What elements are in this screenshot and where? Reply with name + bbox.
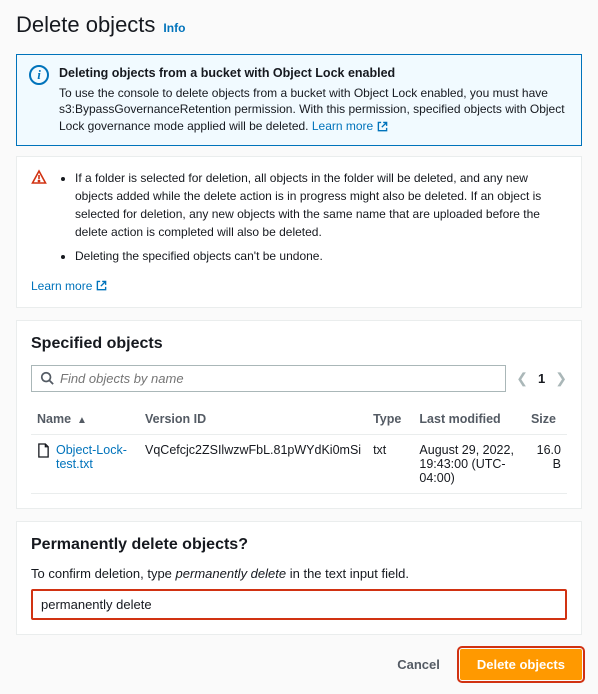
objects-table: Name▲ Version ID Type Last modified Size… (31, 404, 567, 494)
specified-objects-section: Specified objects ❮ 1 ❯ Name▲ Version ID… (16, 320, 582, 509)
cell-type: txt (367, 434, 413, 493)
object-lock-alert: i Deleting objects from a bucket with Ob… (16, 54, 582, 146)
confirm-prompt: To confirm deletion, type permanently de… (31, 566, 567, 581)
search-input-wrap[interactable] (31, 365, 506, 392)
page-number: 1 (538, 371, 545, 386)
object-link[interactable]: Object-Lock-test.txt (37, 443, 133, 471)
file-icon (37, 443, 50, 458)
col-size[interactable]: Size (525, 404, 567, 435)
deletion-warning: If a folder is selected for deletion, al… (16, 156, 582, 308)
cancel-button[interactable]: Cancel (391, 649, 446, 680)
cell-modified: August 29, 2022, 19:43:00 (UTC-04:00) (413, 434, 525, 493)
section-title: Permanently delete objects? (31, 536, 567, 554)
confirm-delete-input[interactable] (31, 589, 567, 620)
prev-page-button[interactable]: ❮ (516, 370, 528, 387)
external-link-icon (377, 121, 388, 132)
col-modified[interactable]: Last modified (413, 404, 525, 435)
page-title: Delete objects (16, 12, 155, 38)
learn-more-link[interactable]: Learn more (312, 118, 388, 135)
search-input[interactable] (60, 371, 497, 386)
section-title: Specified objects (31, 335, 567, 353)
search-icon (40, 371, 54, 385)
cell-version: VqCefcjc2ZSIlwzwFbL.81pWYdKi0mSi (139, 434, 367, 493)
warning-icon (31, 169, 47, 271)
warning-item: If a folder is selected for deletion, al… (75, 169, 567, 241)
info-link[interactable]: Info (163, 21, 185, 35)
sort-asc-icon: ▲ (77, 415, 87, 426)
col-type[interactable]: Type (367, 404, 413, 435)
learn-more-link[interactable]: Learn more (31, 277, 107, 295)
alert-heading: Deleting objects from a bucket with Obje… (59, 65, 569, 83)
info-icon: i (29, 65, 49, 85)
next-page-button[interactable]: ❯ (555, 370, 567, 387)
cell-size: 16.0 B (525, 434, 567, 493)
confirm-delete-section: Permanently delete objects? To confirm d… (16, 521, 582, 635)
delete-objects-button[interactable]: Delete objects (460, 649, 582, 680)
table-row: Object-Lock-test.txt VqCefcjc2ZSIlwzwFbL… (31, 434, 567, 493)
pager: ❮ 1 ❯ (516, 370, 567, 387)
warning-item: Deleting the specified objects can't be … (75, 247, 567, 265)
col-version[interactable]: Version ID (139, 404, 367, 435)
external-link-icon (96, 280, 107, 291)
col-name[interactable]: Name▲ (31, 404, 139, 435)
